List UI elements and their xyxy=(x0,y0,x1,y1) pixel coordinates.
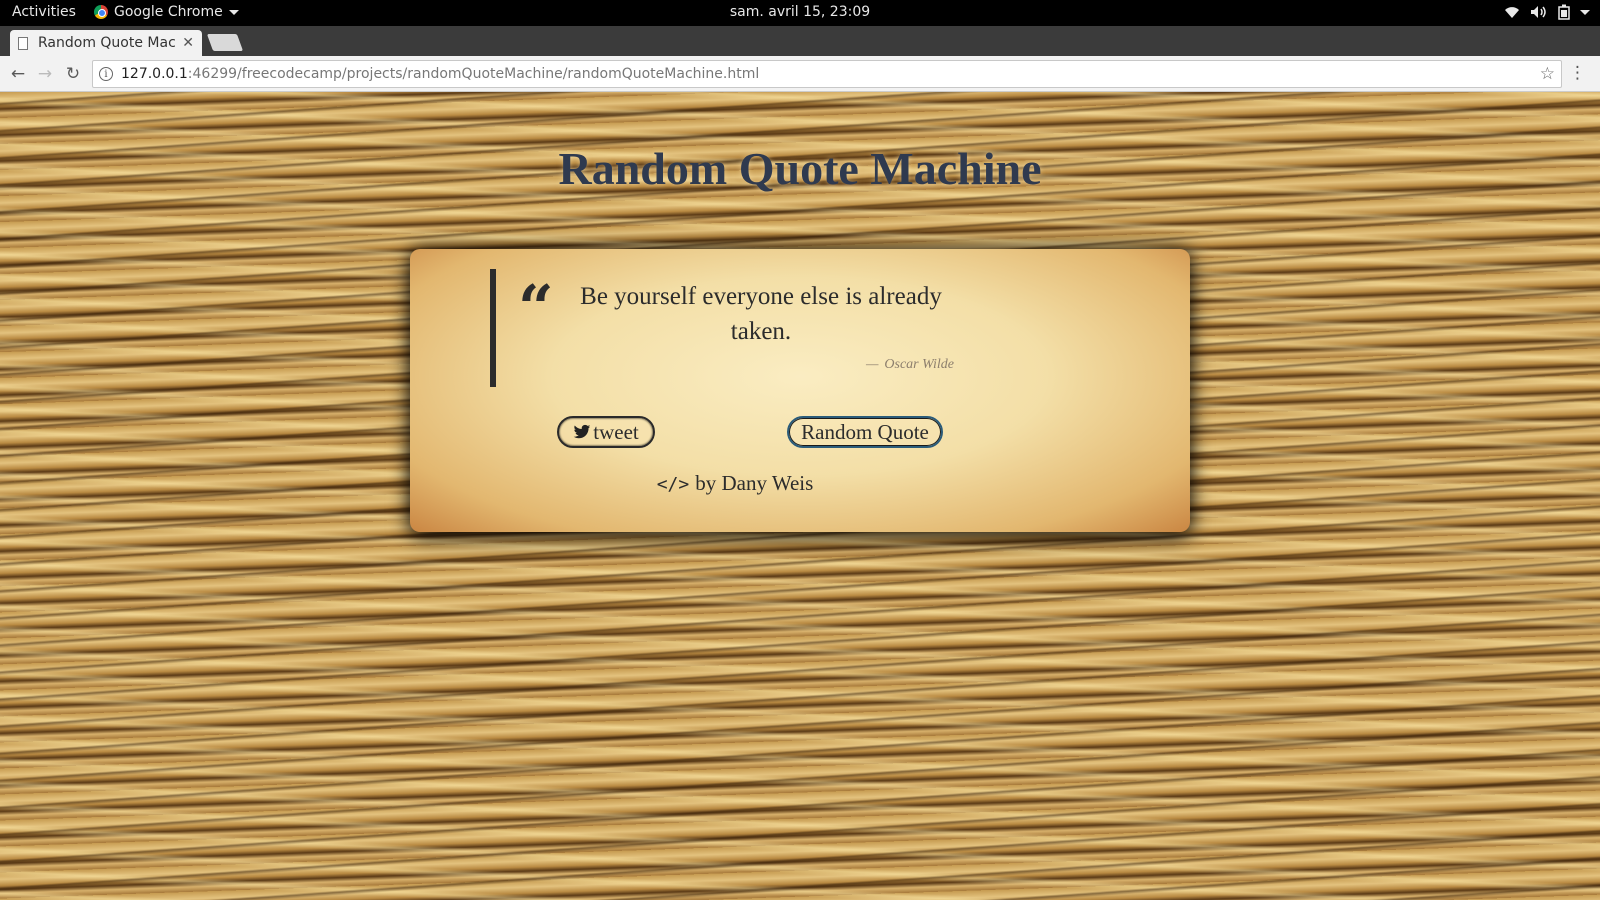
new-tab-button[interactable] xyxy=(206,34,244,51)
quote-text: Be yourself everyone else is already tak… xyxy=(580,283,942,345)
reload-icon[interactable]: ↻ xyxy=(63,64,83,84)
twitter-icon xyxy=(574,424,591,439)
chevron-down-icon xyxy=(228,9,239,15)
chrome-icon xyxy=(94,5,108,19)
url-host: 127.0.0.1 xyxy=(121,66,188,82)
page-viewport: Random Quote Machine “ Be yourself every… xyxy=(0,92,1600,900)
url-path: :46299/freecodecamp/projects/randomQuote… xyxy=(187,66,760,82)
info-icon[interactable]: i xyxy=(99,67,113,81)
credit-text: by Dany Weis xyxy=(695,471,814,495)
author-credit: </> by Dany Weis xyxy=(410,471,1060,496)
author-dash: — xyxy=(865,357,879,372)
random-quote-label: Random Quote xyxy=(801,419,929,444)
wifi-icon xyxy=(1504,5,1520,19)
page-icon xyxy=(18,36,28,50)
quote-block: “ Be yourself everyone else is already t… xyxy=(490,269,970,387)
code-icon: </> xyxy=(656,474,690,495)
activities-button[interactable]: Activities xyxy=(12,4,76,20)
volume-icon xyxy=(1530,5,1548,19)
tab-title: Random Quote Mac xyxy=(38,35,176,51)
chevron-down-icon xyxy=(1580,9,1590,15)
system-top-bar: Activities Google Chrome sam. avril 15, … xyxy=(0,0,1600,26)
battery-icon xyxy=(1558,4,1570,20)
page-title: Random Quote Machine xyxy=(558,143,1042,194)
random-quote-button[interactable]: Random Quote xyxy=(787,416,943,448)
tab-strip: Random Quote Mac ✕ ▲ – ❐ ✕ xyxy=(0,26,1600,73)
close-tab-icon[interactable]: ✕ xyxy=(182,35,194,51)
back-icon[interactable]: ← xyxy=(8,64,28,84)
tweet-label: tweet xyxy=(593,419,639,444)
app-menu-label: Google Chrome xyxy=(114,4,223,20)
browser-toolbar: ← → ↻ i 127.0.0.1:46299/freecodecamp/pro… xyxy=(0,56,1600,92)
menu-icon[interactable]: ⋮ xyxy=(1569,63,1586,83)
quote-card: “ Be yourself everyone else is already t… xyxy=(410,249,1190,532)
quote-author: — Oscar Wilde xyxy=(866,357,954,373)
tweet-button[interactable]: tweet xyxy=(557,416,655,448)
forward-icon[interactable]: → xyxy=(35,64,55,84)
quote-icon: “ xyxy=(518,271,554,344)
system-tray[interactable] xyxy=(1504,4,1590,20)
address-bar[interactable]: i 127.0.0.1:46299/freecodecamp/projects/… xyxy=(92,60,1562,88)
author-name: Oscar Wilde xyxy=(884,357,954,372)
tab-random-quote-machine[interactable]: Random Quote Mac ✕ xyxy=(10,30,202,56)
clock[interactable]: sam. avril 15, 23:09 xyxy=(0,4,1600,20)
app-menu[interactable]: Google Chrome xyxy=(94,4,239,20)
star-icon[interactable]: ☆ xyxy=(1540,64,1555,84)
